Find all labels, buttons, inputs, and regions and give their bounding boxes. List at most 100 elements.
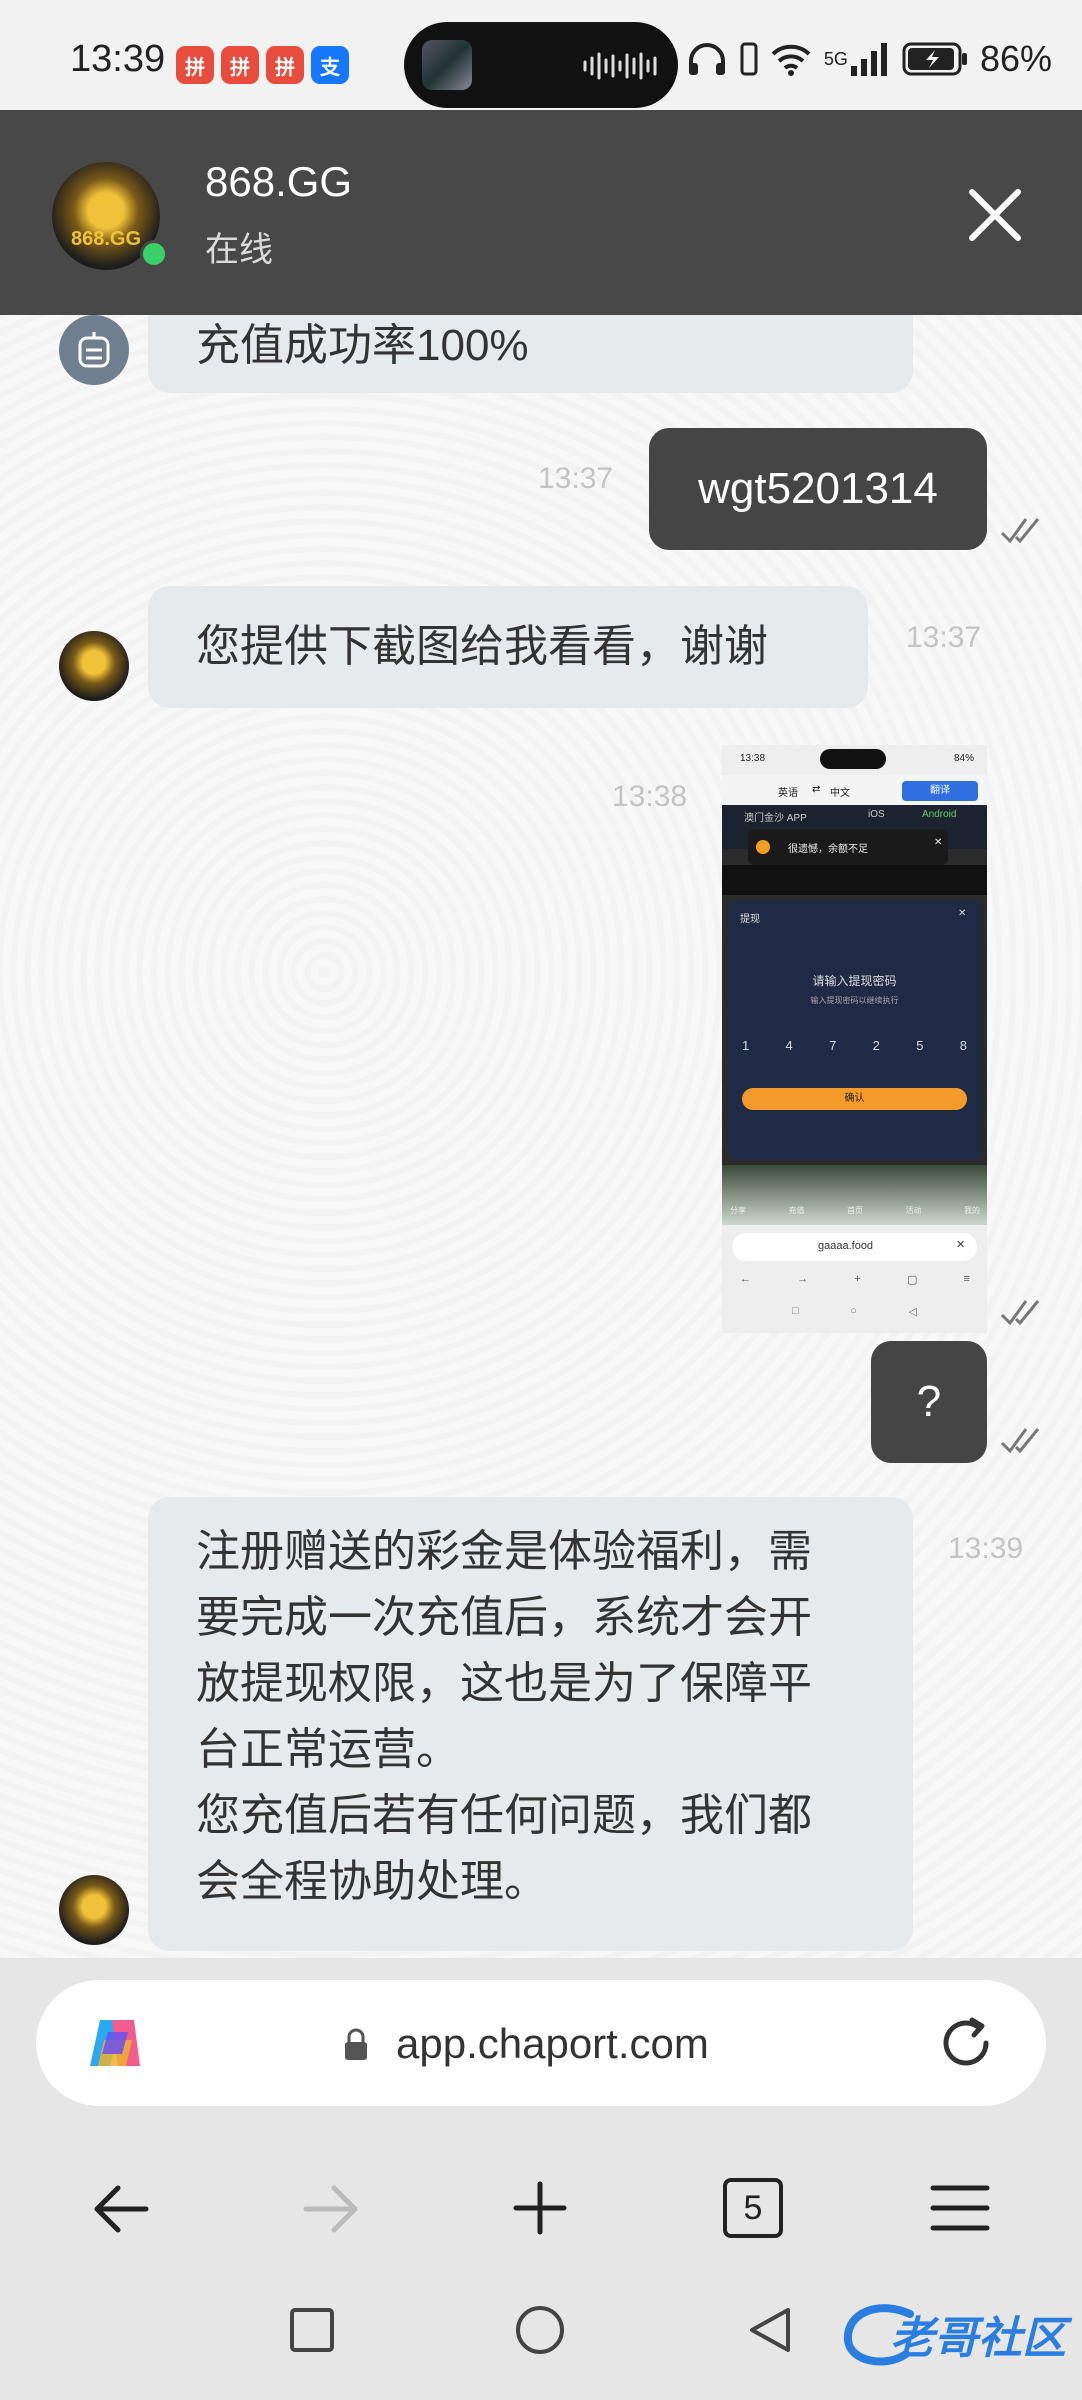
shot-digits: 1 4 7 2 5 8 bbox=[742, 1038, 967, 1060]
message-text: ? bbox=[916, 1377, 942, 1426]
shot-confirm-button: 确认 bbox=[742, 1088, 967, 1110]
message-bubble-incoming: 注册赠送的彩金是体验福利，需 要完成一次充值后，系统才会开 放提现权限，这也是为… bbox=[148, 1497, 913, 1951]
online-indicator bbox=[140, 240, 168, 268]
back-nav-icon[interactable] bbox=[746, 2306, 794, 2354]
chat-messages[interactable]: 充值成功率100% 13:37 wgt5201314 您提供下截图给我看看，谢谢… bbox=[0, 315, 1082, 1958]
shot-translate-bar: 英语 ⇄ 中文 翻译 bbox=[722, 775, 987, 805]
agent-name: 868.GG bbox=[205, 158, 353, 205]
url-text[interactable]: app.chaport.com bbox=[396, 2020, 709, 2068]
shot-tab: 充值 bbox=[788, 1206, 805, 1215]
shot-url: gaaaa.food bbox=[818, 1240, 874, 1252]
message-time: 13:38 bbox=[612, 780, 688, 813]
shot-translate-button: 翻译 bbox=[902, 781, 978, 801]
image-attachment[interactable]: 13:38 84% 英语 ⇄ 中文 翻译 澳门金沙 APP iOS Androi… bbox=[722, 745, 987, 1333]
shot-app-name: 澳门金沙 APP bbox=[744, 813, 807, 824]
shot-dialog: 提现 ✕ 请输入提现密码 输入提现密码以继续执行 1 4 7 2 5 8 确认 bbox=[728, 900, 981, 1160]
message-text: 您提供下截图给我看看，谢谢 bbox=[196, 622, 768, 671]
shot-battery: 84% bbox=[954, 753, 975, 764]
status-time: 13:39 bbox=[70, 38, 166, 80]
shot-dialog-sub: 输入提现密码以继续执行 bbox=[810, 996, 899, 1005]
shot-toast-text: 很遗憾，余额不足 bbox=[788, 844, 868, 855]
shot-digit: 5 bbox=[916, 1038, 924, 1053]
message-bubble-outgoing: wgt5201314 bbox=[649, 428, 987, 550]
shot-digit: 7 bbox=[829, 1038, 837, 1053]
shot-tab: 我的 bbox=[964, 1206, 980, 1215]
status-right: 5G 86% bbox=[686, 38, 1052, 80]
shot-digit: 8 bbox=[959, 1038, 967, 1053]
shot-toast: 很遗憾，余额不足 ✕ bbox=[748, 829, 948, 865]
message-time: 13:37 bbox=[538, 462, 614, 495]
system-nav-bar: 老哥社区 bbox=[0, 2276, 1082, 2400]
read-receipt-icon bbox=[1000, 1428, 1040, 1454]
shot-translate-from: 英语 bbox=[778, 788, 798, 799]
shot-translate-to: 中文 bbox=[830, 788, 850, 799]
shot-tab: 分享 bbox=[730, 1206, 746, 1215]
message-time: 13:39 bbox=[948, 1532, 1024, 1565]
message-line: 注册赠送的彩金是体验福利，需 bbox=[196, 1527, 812, 1576]
browser-toolbar: app.chaport.com 5 老哥社区 bbox=[0, 1958, 1082, 2400]
address-bar[interactable]: app.chaport.com bbox=[36, 1980, 1046, 2106]
shot-tab: 首页 bbox=[847, 1206, 863, 1215]
shot-android: Android bbox=[922, 809, 957, 820]
forward-arrow-icon[interactable] bbox=[302, 2184, 360, 2234]
message-bubble-incoming: 充值成功率100% bbox=[148, 315, 913, 393]
shot-island bbox=[820, 749, 886, 769]
copilot-icon[interactable] bbox=[82, 2010, 148, 2076]
status-bar: 13:39 拼 拼 拼 支 5G 86% bbox=[0, 0, 1082, 110]
agent-avatar-small bbox=[59, 1875, 129, 1945]
message-line: 会全程协助处理。 bbox=[196, 1857, 548, 1906]
message-bubble-outgoing: ? bbox=[871, 1341, 987, 1463]
network-type: 5G bbox=[823, 48, 848, 69]
read-receipt-icon bbox=[1000, 518, 1040, 544]
pinduoduo-icon: 拼 bbox=[176, 46, 214, 84]
shot-tab: 活动 bbox=[905, 1206, 922, 1215]
message-time: 13:37 bbox=[906, 621, 982, 654]
pinduoduo-icon: 拼 bbox=[221, 46, 259, 84]
message-text: 注册赠送的彩金是体验福利，需 要完成一次充值后，系统才会开 放提现权限，这也是为… bbox=[196, 1519, 812, 1915]
message-line: 您充值后若有任何问题，我们都 bbox=[196, 1791, 812, 1840]
shot-dialog-heading: 请输入提现密码 bbox=[812, 974, 897, 988]
battery-percent: 86% bbox=[979, 38, 1052, 79]
shot-dialog-title: 提现 bbox=[740, 914, 760, 925]
alipay-icon: 支 bbox=[311, 46, 349, 84]
dynamic-island[interactable] bbox=[404, 22, 678, 108]
menu-icon[interactable] bbox=[930, 2184, 990, 2232]
chat-header: 868.GG 868.GG 在线 bbox=[0, 110, 1082, 315]
battery-icon bbox=[902, 42, 967, 76]
home-icon[interactable] bbox=[514, 2304, 566, 2356]
robot-icon bbox=[78, 332, 110, 368]
refresh-icon[interactable] bbox=[936, 2012, 998, 2074]
lock-icon bbox=[345, 2028, 367, 2060]
media-thumbnail bbox=[422, 40, 472, 90]
shot-digit: 1 bbox=[742, 1038, 750, 1053]
shot-status-bar: 13:38 84% bbox=[722, 745, 987, 775]
tabs-count-button[interactable]: 5 bbox=[723, 2178, 783, 2238]
shot-digit: 4 bbox=[785, 1038, 793, 1053]
message-text: wgt5201314 bbox=[698, 464, 938, 513]
agent-avatar-small bbox=[59, 631, 129, 701]
vibrate-icon bbox=[740, 42, 758, 76]
new-tab-icon[interactable] bbox=[512, 2180, 568, 2236]
message-bubble-incoming: 您提供下截图给我看看，谢谢 bbox=[148, 586, 868, 708]
shot-url-bar: gaaaa.food ✕ bbox=[732, 1233, 977, 1261]
wifi-icon bbox=[771, 44, 811, 76]
signal-icon bbox=[850, 43, 887, 76]
agent-status: 在线 bbox=[205, 231, 273, 269]
message-line: 要完成一次充值后，系统才会开 bbox=[196, 1593, 812, 1642]
shot-time: 13:38 bbox=[740, 753, 766, 764]
shot-tabs-strip bbox=[722, 865, 987, 895]
message-line: 放提现权限，这也是为了保障平 bbox=[196, 1659, 812, 1708]
pinduoduo-icon: 拼 bbox=[266, 46, 304, 84]
read-receipt-icon bbox=[1000, 1300, 1040, 1326]
browser-nav: 5 bbox=[0, 2148, 1082, 2268]
message-text: 充值成功率100% bbox=[196, 321, 529, 370]
message-line: 台正常运营。 bbox=[196, 1725, 460, 1774]
shot-digit: 2 bbox=[872, 1038, 880, 1053]
shot-browser: gaaaa.food ✕ ← → + ▢ ≡ □ ○ ◁ bbox=[722, 1225, 987, 1333]
shot-ios: iOS bbox=[868, 809, 885, 820]
recents-icon[interactable] bbox=[288, 2306, 336, 2354]
bot-avatar bbox=[59, 315, 129, 385]
back-arrow-icon[interactable] bbox=[92, 2184, 150, 2234]
close-button[interactable] bbox=[960, 180, 1030, 250]
headphones-icon bbox=[688, 43, 725, 75]
